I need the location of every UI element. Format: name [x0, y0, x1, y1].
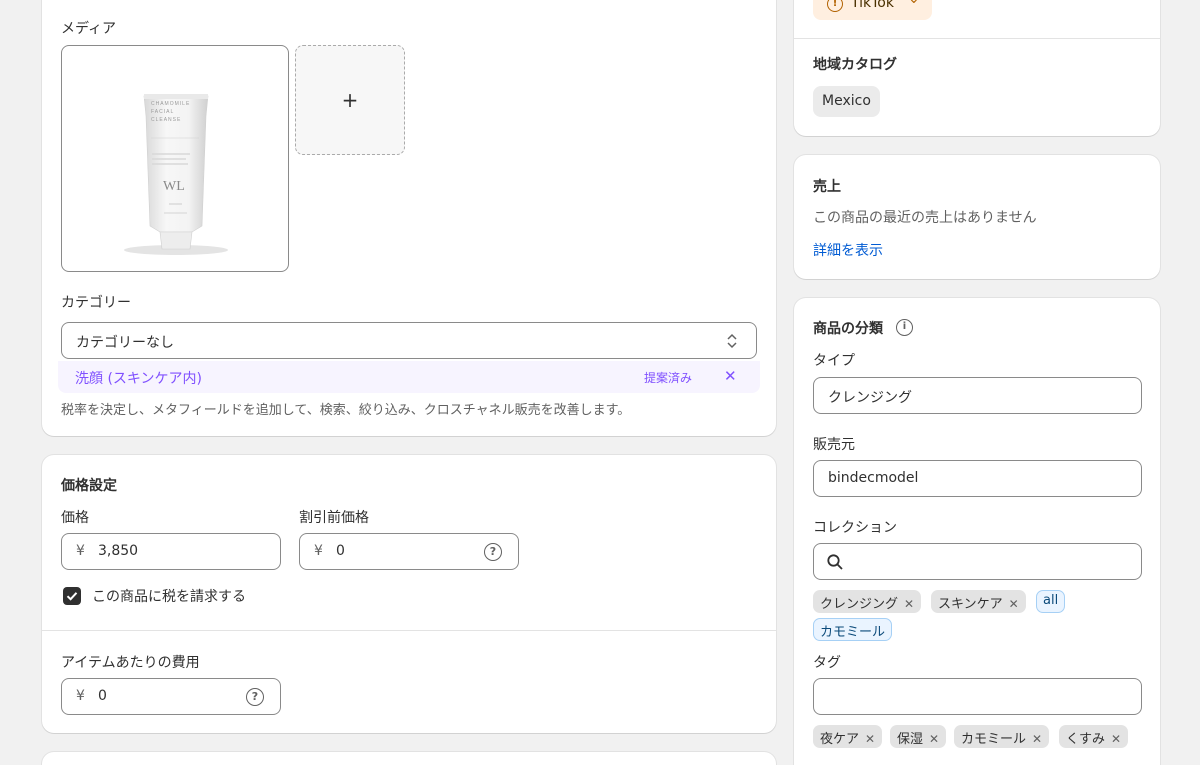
tag-chip[interactable]: 保湿 ✕ [890, 725, 947, 748]
tag-chip[interactable]: くすみ ✕ [1059, 725, 1129, 748]
pricing-divider [42, 630, 776, 631]
price-input[interactable]: ¥ 3,850 [61, 533, 281, 570]
collections-label: コレクション [813, 520, 897, 536]
price-label: 価格 [61, 510, 89, 526]
next-card [42, 752, 776, 765]
collection-chip-label: all [1043, 593, 1059, 608]
product-organization-card: 商品の分類 i タイプ クレンジング 販売元 bindecmodel コレクショ… [794, 298, 1160, 765]
sales-title: 売上 [813, 179, 841, 195]
view-details-link[interactable]: 詳細を表示 [813, 240, 883, 260]
compare-price-input[interactable]: ¥ 0 ? [299, 533, 519, 570]
markets-title: 地域カタログ [813, 57, 897, 73]
collection-chip[interactable]: all [1036, 590, 1066, 613]
category-label: カテゴリー [61, 295, 131, 311]
collection-chip[interactable]: クレンジング ✕ [813, 590, 922, 613]
collection-chip-label: スキンケア [938, 597, 1003, 612]
warning-icon: ! [827, 0, 843, 12]
product-line-1: CHAMOMILE [151, 101, 191, 107]
chevron-down-icon: ⌄ [908, 0, 920, 7]
category-value: カテゴリーなし [76, 335, 174, 351]
currency-symbol: ¥ [314, 543, 323, 559]
info-icon[interactable]: i [896, 319, 913, 336]
collection-chip-label: カモミール [820, 625, 886, 640]
media-thumbnail[interactable]: CHAMOMILE FACIAL CLEANSE WL [61, 45, 289, 272]
tag-chip-label: 夜ケア [820, 732, 860, 747]
vendor-input[interactable]: bindecmodel [813, 460, 1142, 497]
sales-card: 売上 この商品の最近の売上はありません 詳細を表示 [794, 155, 1160, 279]
cost-input[interactable]: ¥ 0 ? [61, 678, 281, 715]
question-circle-icon[interactable]: ? [246, 688, 264, 706]
category-help-text: 税率を決定し、メタフィールドを追加して、検索、絞り込み、クロスチャネル販売を改善… [61, 403, 631, 418]
remove-chip-icon[interactable]: ✕ [929, 732, 939, 746]
vendor-label: 販売元 [813, 437, 855, 453]
collection-chip-label: クレンジング [820, 597, 899, 612]
compare-price-value: 0 [336, 543, 345, 559]
question-circle-icon[interactable]: ? [484, 543, 502, 561]
charge-tax-label[interactable]: この商品に税を請求する [92, 586, 246, 606]
tag-chip-label: くすみ [1066, 732, 1106, 747]
media-category-card: メディア CHAMOMILE FACIAL CLEANSE WL + カテゴリー… [42, 0, 776, 436]
publishing-divider [794, 38, 1160, 39]
cost-value: 0 [98, 688, 107, 704]
media-label: メディア [61, 21, 117, 37]
category-suggestion[interactable]: 洗顔 (スキンケア内) 提案済み ✕ [58, 361, 760, 393]
product-image [124, 94, 228, 255]
sales-text: この商品の最近の売上はありません [813, 210, 1037, 226]
publishing-card: ! TikTok ⌄ 地域カタログ Mexico [794, 0, 1160, 136]
remove-chip-icon[interactable]: ✕ [1032, 732, 1042, 746]
currency-symbol: ¥ [76, 543, 85, 559]
product-line-3: CLEANSE [151, 117, 182, 123]
suggested-badge: 提案済み [644, 371, 693, 385]
select-chevron-icon [727, 333, 737, 349]
collection-chip[interactable]: スキンケア ✕ [931, 590, 1026, 613]
checkmark-icon [66, 592, 78, 601]
tag-chip[interactable]: カモミール ✕ [954, 725, 1050, 748]
cost-label: アイテムあたりの費用 [61, 655, 200, 671]
compare-price-label: 割引前価格 [299, 510, 369, 526]
dismiss-suggestion-icon[interactable]: ✕ [724, 367, 737, 385]
channel-name: TikTok [851, 0, 894, 11]
tags-input[interactable] [813, 678, 1142, 715]
market-chip-mexico[interactable]: Mexico [813, 86, 880, 117]
currency-symbol: ¥ [76, 688, 85, 704]
tiktok-channel-badge[interactable]: ! TikTok ⌄ [813, 0, 932, 20]
tag-chip-label: カモミール [961, 732, 1027, 747]
type-input[interactable]: クレンジング [813, 377, 1142, 414]
tags-label: タグ [813, 655, 841, 671]
add-media-button[interactable]: + [295, 45, 405, 155]
pricing-title: 価格設定 [61, 478, 117, 494]
product-line-2: FACIAL [151, 109, 175, 115]
remove-chip-icon[interactable]: ✕ [865, 732, 875, 746]
tag-chip-label: 保湿 [897, 732, 924, 747]
type-label: タイプ [813, 353, 855, 369]
suggestion-text: 洗顔 (スキンケア内) [75, 371, 202, 387]
type-value: クレンジング [828, 390, 912, 406]
pricing-card: 価格設定 価格 ¥ 3,850 割引前価格 ¥ 0 ? この商品に税を請求する … [42, 455, 776, 733]
charge-tax-checkbox[interactable] [63, 587, 81, 605]
remove-chip-icon[interactable]: ✕ [1009, 597, 1019, 611]
remove-chip-icon[interactable]: ✕ [904, 597, 914, 611]
plus-icon: + [341, 88, 359, 112]
collections-search-input[interactable] [813, 543, 1142, 580]
remove-chip-icon[interactable]: ✕ [1111, 732, 1121, 746]
organization-title: 商品の分類 [813, 321, 883, 337]
category-select[interactable]: カテゴリーなし [61, 322, 757, 359]
search-icon [827, 554, 843, 570]
price-value: 3,850 [98, 543, 139, 559]
vendor-value: bindecmodel [828, 470, 919, 486]
product-logo: WL [163, 179, 185, 194]
tag-chip[interactable]: 夜ケア ✕ [813, 725, 883, 748]
collection-chip[interactable]: カモミール [813, 618, 893, 641]
